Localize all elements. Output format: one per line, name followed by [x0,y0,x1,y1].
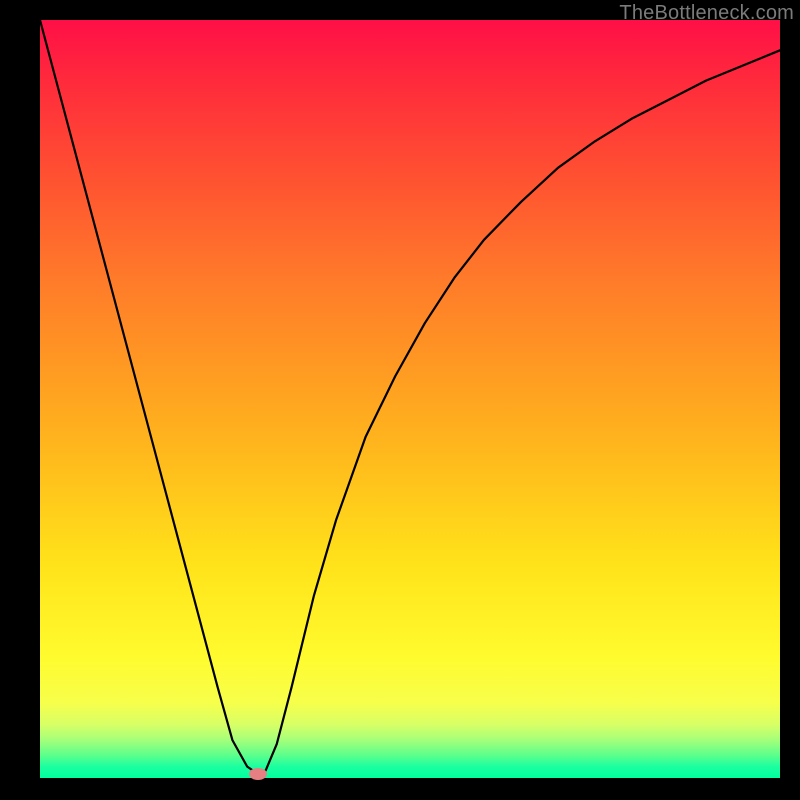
optimum-marker [249,768,267,780]
watermark-label: TheBottleneck.com [619,2,794,25]
chart-frame: TheBottleneck.com [0,0,800,800]
curve-path [40,20,780,774]
bottleneck-curve [40,20,780,778]
plot-area [40,20,780,778]
